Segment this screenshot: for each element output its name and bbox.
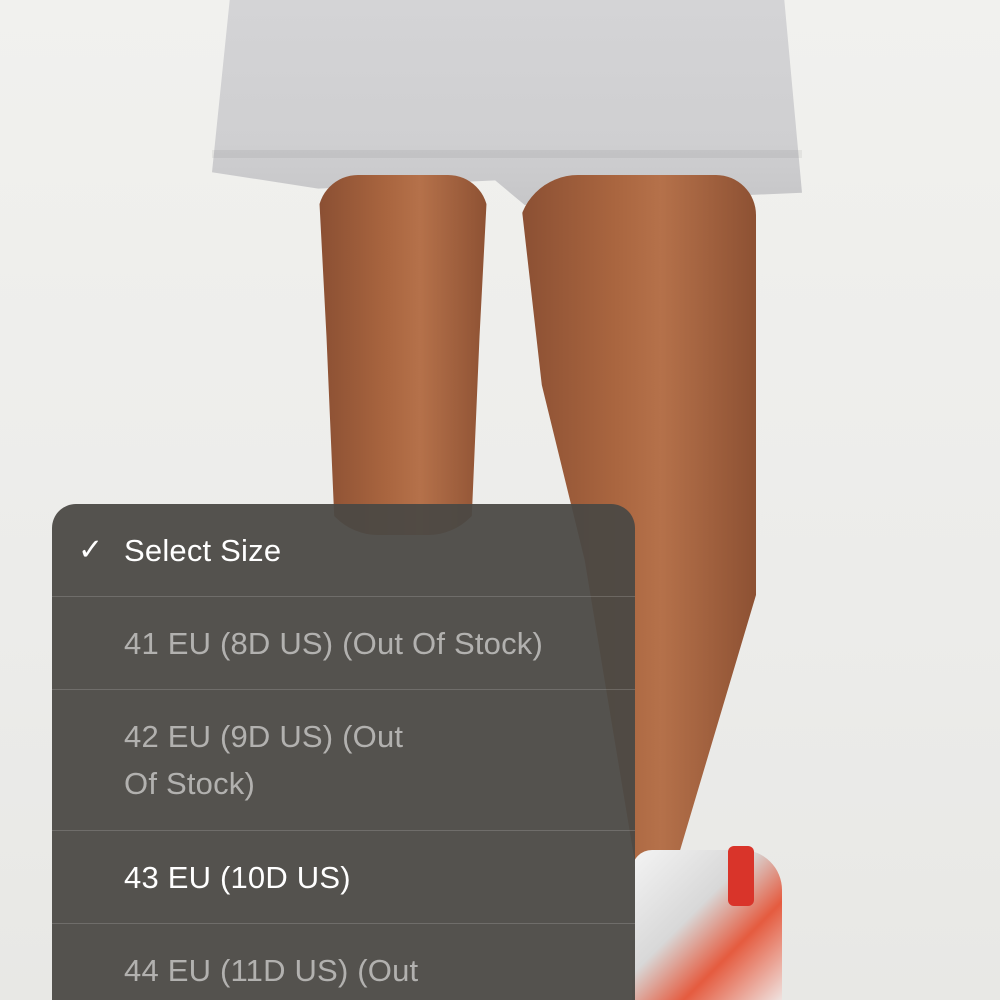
- size-option-44-eu[interactable]: 44 EU (11D US) (Out: [52, 924, 635, 1000]
- size-option-43-eu[interactable]: 43 EU (10D US): [52, 831, 635, 924]
- shorts-hem: [212, 150, 802, 158]
- checkmark-icon: ✓: [78, 533, 104, 567]
- size-option-label: 41 EU (8D US) (Out Of Stock): [124, 625, 544, 661]
- size-select-menu[interactable]: ✓ Select Size 41 EU (8D US) (Out Of Stoc…: [52, 504, 635, 1000]
- shorts-image: [212, 0, 802, 205]
- left-leg-image: [318, 175, 488, 535]
- size-option-label: Select Size: [124, 532, 282, 568]
- sneaker-image: [632, 850, 782, 1000]
- sneaker-heel-tab: [728, 846, 754, 906]
- size-option-42-eu[interactable]: 42 EU (9D US) (Out Of Stock): [52, 690, 635, 831]
- size-option-41-eu[interactable]: 41 EU (8D US) (Out Of Stock): [52, 597, 635, 690]
- product-page: ✓ Select Size 41 EU (8D US) (Out Of Stoc…: [0, 0, 1000, 1000]
- size-option-label: 43 EU (10D US): [124, 859, 351, 895]
- size-option-label: 44 EU (11D US) (Out: [124, 952, 419, 988]
- size-option-select-size[interactable]: ✓ Select Size: [52, 504, 635, 597]
- size-option-label: 42 EU (9D US) (Out Of Stock): [124, 719, 404, 801]
